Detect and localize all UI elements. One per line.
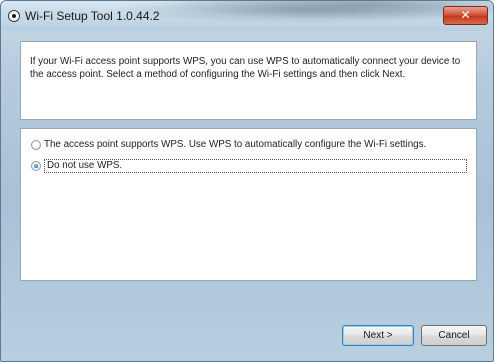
instructions-panel: If your Wi-Fi access point supports WPS,… bbox=[20, 41, 477, 120]
title-bar[interactable]: Wi-Fi Setup Tool 1.0.44.2 ✕ bbox=[1, 1, 493, 31]
option-use-wps-label[interactable]: The access point supports WPS. Use WPS t… bbox=[44, 138, 426, 152]
close-button[interactable]: ✕ bbox=[443, 6, 488, 25]
close-icon: ✕ bbox=[460, 8, 471, 22]
option-no-wps-label[interactable]: Do not use WPS. bbox=[44, 159, 467, 173]
option-no-wps[interactable]: Do not use WPS. bbox=[31, 159, 471, 173]
cancel-button[interactable]: Cancel bbox=[421, 325, 487, 346]
next-button[interactable]: Next > bbox=[342, 325, 414, 346]
radio-use-wps[interactable] bbox=[31, 140, 41, 150]
radio-no-wps[interactable] bbox=[31, 161, 41, 171]
app-radio-icon bbox=[8, 10, 20, 22]
window-title: Wi-Fi Setup Tool 1.0.44.2 bbox=[25, 9, 160, 23]
instructions-text: If your Wi-Fi access point supports WPS,… bbox=[30, 56, 461, 80]
option-use-wps[interactable]: The access point supports WPS. Use WPS t… bbox=[31, 138, 471, 152]
options-panel: The access point supports WPS. Use WPS t… bbox=[20, 128, 477, 281]
wifi-setup-window: Wi-Fi Setup Tool 1.0.44.2 ✕ If your Wi-F… bbox=[0, 0, 494, 362]
